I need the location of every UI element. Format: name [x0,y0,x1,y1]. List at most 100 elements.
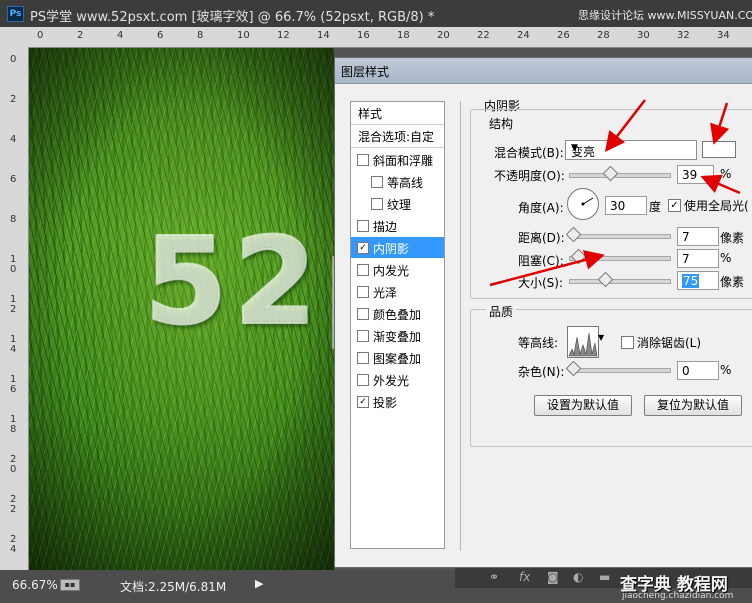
style-list-header[interactable]: 样式 [351,102,444,125]
reset-default-button[interactable]: 复位为默认值 [644,395,742,416]
document-title: PS学堂 www.52psxt.com [玻璃字效] @ 66.7% (52ps… [30,10,435,25]
distance-input[interactable]: 7 [677,227,719,246]
style-item-label: 等高线 [387,176,424,190]
ruler-h-label: 24 [517,30,530,41]
zoom-level[interactable]: 66.67% [12,578,58,592]
global-light-label: 使用全局光( [684,199,749,213]
angle-dial[interactable] [567,188,599,220]
new-group-icon[interactable]: ▬ [599,570,610,584]
ruler-h-label: 16 [357,30,370,41]
antialias-label: 消除锯齿(L) [637,336,702,350]
distance-slider[interactable] [565,226,671,243]
chevron-down-icon: ▼ [571,143,578,153]
size-input[interactable]: 75 [677,271,719,290]
angle-input[interactable]: 30 [605,196,647,215]
style-item-label: 内发光 [373,264,410,278]
style-item[interactable]: 渐变叠加 [351,325,444,346]
style-item[interactable]: 纹理 [351,193,444,214]
style-item[interactable]: 内发光 [351,259,444,280]
ruler-v-label: 6 [10,174,17,185]
ruler-h-label: 10 [237,30,250,41]
style-item[interactable]: 描边 [351,215,444,236]
ruler-v-label: 20 [10,454,17,475]
ruler-h-label: 22 [477,30,490,41]
style-item[interactable]: 光泽 [351,281,444,302]
noise-value: 0 [682,364,690,378]
style-item-checkbox[interactable] [371,176,383,188]
watermark-url: jiaocheng.chazidian.com [622,591,734,601]
size-slider[interactable] [569,271,671,288]
style-item[interactable]: 等高线 [351,171,444,192]
ruler-v-label: 12 [10,294,17,315]
make-default-button[interactable]: 设置为默认值 [534,395,632,416]
style-item[interactable]: 图案叠加 [351,347,444,368]
watermark-top: 思缘设计论坛 www.MISSYUAN.COM [578,9,752,22]
style-item[interactable]: 外发光 [351,369,444,390]
style-item-checkbox[interactable] [357,286,369,298]
opacity-slider[interactable] [569,165,671,182]
noise-slider[interactable] [565,360,671,377]
style-item-label: 图案叠加 [373,352,422,366]
ruler-h-label: 20 [437,30,450,41]
dialog-titlebar[interactable]: 图层样式 [335,58,752,84]
size-label: 大小(S): [518,276,564,290]
add-mask-icon[interactable]: ◙ [547,570,559,584]
style-item-checkbox[interactable] [357,154,369,166]
ruler-v-label: 16 [10,374,17,395]
noise-input[interactable]: 0 [677,361,719,380]
antialias-checkbox[interactable] [621,336,634,349]
dialog-title: 图层样式 [341,65,390,79]
style-item-checkbox[interactable] [357,308,369,320]
fx-icon[interactable]: fx [519,570,530,584]
style-item-checkbox[interactable]: ✓ [357,396,369,408]
ruler-v-label: 8 [10,214,17,225]
style-item-label: 投影 [373,396,398,410]
distance-unit: 像素 [720,231,745,245]
blend-mode-select[interactable]: 变亮 ▼ [565,140,697,160]
style-item-checkbox[interactable] [357,352,369,364]
ruler-h-label: 4 [117,30,124,41]
ruler-v-label: 22 [10,494,17,515]
style-item[interactable]: 颜色叠加 [351,303,444,324]
choke-input[interactable]: 7 [677,249,719,268]
style-item[interactable]: ✓ 内阴影 [351,237,444,258]
style-item-label: 外发光 [373,374,410,388]
blending-options-item[interactable]: 混合选项:自定 [351,125,444,148]
style-item[interactable]: 斜面和浮雕 [351,149,444,170]
document-size-info: 文档:2.25M/6.81M [120,580,227,594]
style-item-checkbox[interactable] [371,198,383,210]
ruler-h-label: 30 [637,30,650,41]
choke-slider[interactable] [569,248,671,265]
opacity-input[interactable]: 39 [677,165,714,184]
blending-options-label: 混合选项:自定 [358,130,435,144]
status-menu-arrow-icon[interactable]: ▶ [255,577,263,590]
quality-title: 品质 [486,303,517,320]
distance-value: 7 [682,230,690,244]
style-item[interactable]: ✓ 投影 [351,391,444,412]
style-item-label: 纹理 [387,198,412,212]
shadow-color-swatch[interactable] [702,141,736,158]
angle-value: 30 [610,199,626,213]
ruler-h-label: 2 [77,30,84,41]
style-item-checkbox[interactable] [357,330,369,342]
status-info-icon[interactable]: ▪▪ [60,579,80,591]
horizontal-ruler: 0 2 4 6 8 10 12 14 16 18 20 22 24 26 28 30 32 34 [0,27,752,48]
global-light-checkbox[interactable]: ✓ [668,199,681,212]
link-layers-icon[interactable]: ⚭ [489,570,499,584]
contour-dropdown-icon[interactable]: ▼ [598,333,604,342]
style-item-label: 内阴影 [373,242,410,256]
style-item-checkbox[interactable]: ✓ [357,242,369,254]
style-item-checkbox[interactable] [357,220,369,232]
style-item-checkbox[interactable] [357,374,369,386]
document-canvas[interactable]: 52ps [29,48,334,570]
inner-shadow-panel: 内阴影 结构 混合模式(B): 变亮 ▼ 不透明度(O): 39 % 角度(A)… [460,99,752,551]
ruler-h-label: 12 [277,30,290,41]
adjustment-layer-icon[interactable]: ◐ [573,570,583,584]
photoshop-logo-icon: Ps [7,6,24,22]
canvas-vignette [29,48,334,570]
choke-label: 阻塞(C): [518,254,564,268]
size-value: 75 [682,274,700,288]
ruler-h-label: 34 [717,30,730,41]
style-item-checkbox[interactable] [357,264,369,276]
contour-picker[interactable] [567,326,599,358]
